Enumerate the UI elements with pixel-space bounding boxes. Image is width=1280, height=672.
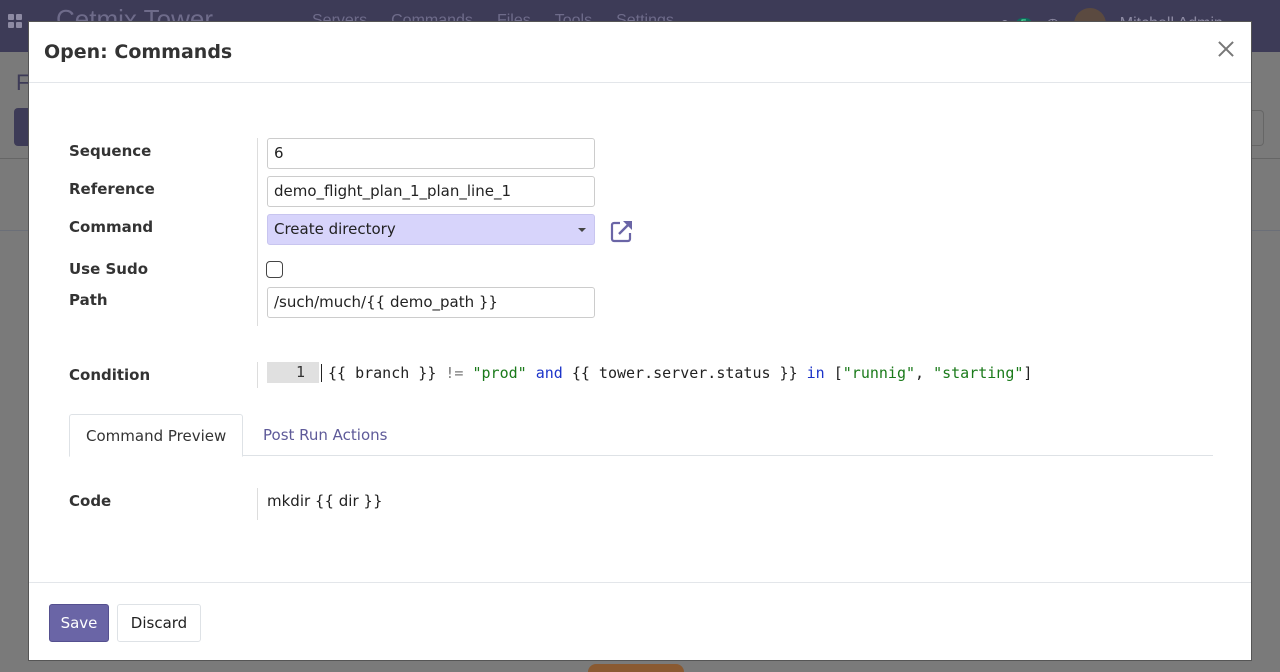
code-token-str: "starting" — [933, 363, 1024, 382]
line-number: 1 — [267, 362, 319, 383]
code-token-plain: ] — [1023, 363, 1033, 382]
dialog-footer: Save Discard — [29, 582, 1251, 662]
sequence-label: Sequence — [69, 142, 152, 160]
path-field[interactable]: /such/much/{{ demo_path }} — [267, 287, 595, 318]
code-token-kw: and — [535, 363, 563, 382]
code-value: mkdir {{ dir }} — [267, 492, 383, 510]
external-link-icon[interactable] — [609, 218, 635, 244]
discard-button[interactable]: Discard — [117, 604, 201, 642]
chevron-down-icon — [578, 228, 586, 232]
apps-menu-icon[interactable] — [8, 14, 22, 28]
path-label: Path — [69, 291, 108, 309]
tab-post-run-actions[interactable]: Post Run Actions — [247, 414, 403, 456]
field-separator — [257, 362, 258, 388]
code-token-plain: {{ tower.server.status }} — [562, 363, 807, 382]
code-label: Code — [69, 492, 112, 510]
command-dialog: Open: Commands Sequence 6 Reference demo… — [28, 21, 1252, 661]
condition-label: Condition — [69, 366, 151, 384]
close-icon[interactable] — [1215, 38, 1237, 60]
tab-command-preview[interactable]: Command Preview — [69, 414, 244, 457]
dialog-header: Open: Commands — [29, 22, 1251, 83]
field-separator — [257, 138, 258, 326]
sequence-field[interactable]: 6 — [267, 138, 595, 169]
code-token-plain: [ — [824, 363, 843, 382]
reference-label: Reference — [69, 180, 155, 198]
field-separator — [257, 488, 258, 520]
reference-field[interactable]: demo_flight_plan_1_plan_line_1 — [267, 176, 595, 207]
background-badge — [588, 664, 684, 672]
condition-code[interactable]: {{ branch }} != "prod" and {{ tower.serv… — [321, 363, 1033, 382]
use-sudo-label: Use Sudo — [69, 260, 149, 278]
code-token-str: "runnig" — [842, 363, 916, 382]
use-sudo-checkbox[interactable] — [266, 261, 283, 278]
background-search-box — [1252, 110, 1264, 146]
code-token-plain: , — [915, 363, 934, 382]
code-token-kw: in — [806, 363, 825, 382]
dialog-title: Open: Commands — [44, 41, 233, 63]
command-select-value: Create directory — [274, 220, 396, 238]
command-label: Command — [69, 218, 154, 236]
code-token-str: "prod" — [472, 363, 527, 382]
notebook-tabs: Command Preview Post Run Actions — [69, 414, 1213, 457]
command-select[interactable]: Create directory — [267, 214, 595, 245]
save-button[interactable]: Save — [49, 604, 109, 642]
code-token-plain: {{ branch }} — [328, 363, 446, 382]
condition-code-editor[interactable]: 1 {{ branch }} != "prod" and {{ tower.se… — [267, 362, 1032, 383]
code-token-op: != — [445, 363, 464, 382]
